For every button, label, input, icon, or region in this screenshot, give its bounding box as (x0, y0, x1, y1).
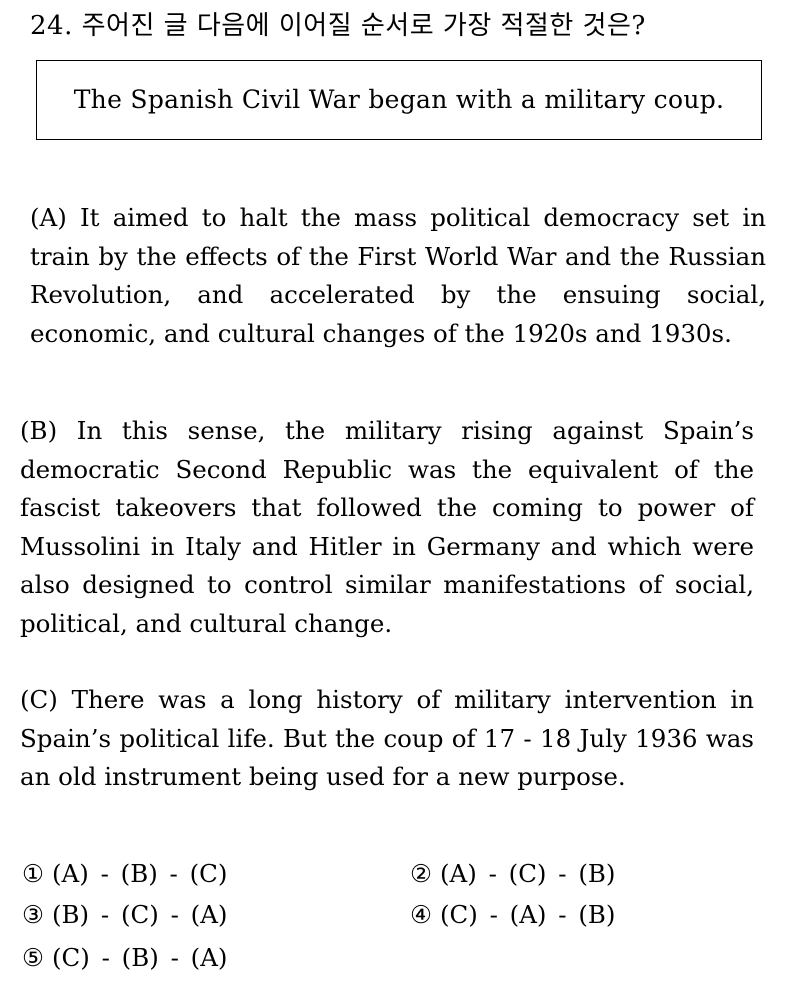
option-number: ④ (410, 900, 432, 929)
answer-option-3[interactable]: ③ (B) - (C) - (A) (22, 895, 227, 935)
paragraph-c: (C) There was a long history of military… (20, 685, 754, 792)
option-number: ① (22, 859, 44, 888)
option-text: (C) - (B) - (A) (51, 943, 228, 972)
given-sentence: The Spanish Civil War began with a milit… (73, 85, 725, 114)
question-title: 24. 주어진 글 다음에 이어질 순서로 가장 적절한 것은? (30, 11, 646, 41)
option-text: (C) - (A) - (B) (439, 900, 616, 929)
answer-option-5[interactable]: ⑤ (C) - (B) - (A) (22, 938, 227, 978)
answer-option-4[interactable]: ④ (C) - (A) - (B) (410, 895, 615, 935)
option-text: (A) - (B) - (C) (51, 859, 228, 888)
answer-option-1[interactable]: ① (A) - (B) - (C) (22, 854, 227, 894)
option-number: ⑤ (22, 943, 44, 972)
option-number: ③ (22, 900, 44, 929)
given-sentence-box: The Spanish Civil War began with a milit… (36, 60, 762, 140)
option-number: ② (410, 859, 432, 888)
paragraph-b: (B) In this sense, the military rising a… (20, 416, 754, 638)
option-text: (B) - (C) - (A) (51, 900, 228, 929)
option-text: (A) - (C) - (B) (439, 859, 616, 888)
paragraph-a: (A) It aimed to halt the mass political … (30, 203, 766, 348)
answer-option-2[interactable]: ② (A) - (C) - (B) (410, 854, 615, 894)
